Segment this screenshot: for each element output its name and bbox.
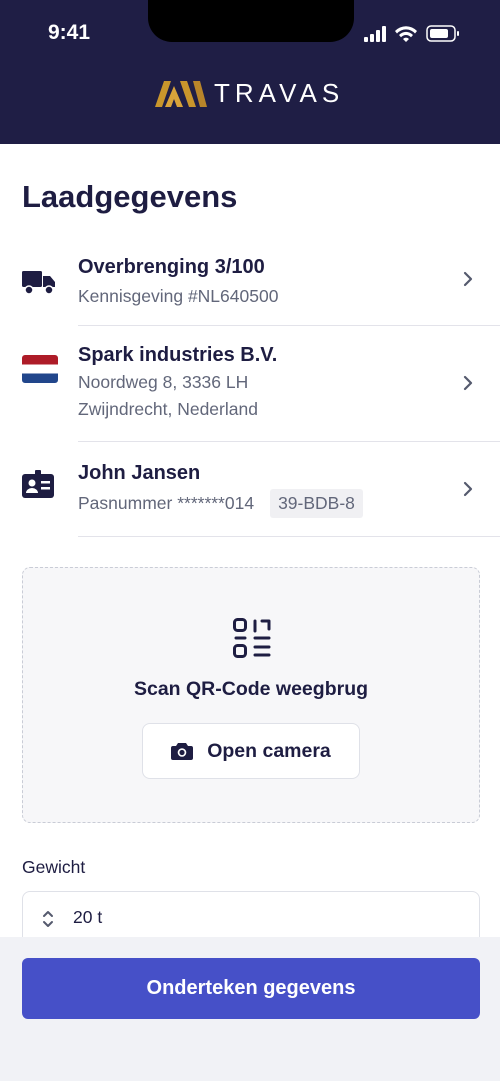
sign-data-button[interactable]: Onderteken gegevens bbox=[22, 958, 480, 1019]
logo-text: TRAVAS bbox=[214, 78, 345, 108]
truck-icon bbox=[22, 269, 56, 300]
page-title: Laadgegevens bbox=[22, 179, 238, 214]
travas-logo: TRAVAS bbox=[155, 78, 344, 109]
id-card-icon bbox=[22, 470, 54, 505]
camera-icon bbox=[171, 743, 194, 760]
logo-mark-icon bbox=[155, 80, 207, 107]
transfer-title: Overbrenging 3/100 bbox=[78, 256, 265, 278]
company-address-line1: Noordweg 8, 3336 LH bbox=[78, 372, 249, 392]
list-item-company[interactable]: Spark industries B.V. Noordweg 8, 3336 L… bbox=[0, 326, 500, 441]
driver-name: John Jansen bbox=[78, 462, 201, 484]
chevron-right-icon bbox=[462, 271, 474, 292]
qr-scan-panel: Scan QR-Code weegbrug Open camera bbox=[22, 567, 480, 823]
wifi-icon bbox=[395, 26, 417, 42]
qr-code-icon bbox=[233, 618, 271, 663]
status-time: 9:41 bbox=[48, 21, 91, 44]
weight-value: 20 t bbox=[73, 907, 103, 927]
list-item-transfer[interactable]: Overbrenging 3/100 Kennisgeving #NL64050… bbox=[0, 250, 500, 325]
list-divider bbox=[78, 536, 500, 537]
pass-number: Pasnummer *******014 bbox=[78, 493, 255, 513]
list-item-driver[interactable]: John Jansen Pasnummer *******014 39-BDB-8 bbox=[0, 442, 500, 536]
stepper-icon[interactable] bbox=[41, 908, 55, 935]
company-name: Spark industries B.V. bbox=[78, 344, 278, 366]
signal-icon bbox=[364, 26, 386, 42]
open-camera-label: Open camera bbox=[207, 739, 331, 762]
status-icons bbox=[364, 24, 464, 49]
scan-qr-label: Scan QR-Code weegbrug bbox=[133, 678, 369, 700]
company-address-line2: Zwijndrecht, Nederland bbox=[78, 399, 258, 419]
battery-icon bbox=[426, 25, 459, 42]
chevron-right-icon bbox=[462, 481, 474, 502]
open-camera-button[interactable]: Open camera bbox=[142, 723, 360, 779]
license-plate: 39-BDB-8 bbox=[270, 489, 363, 518]
app-header: 9:41 TRAVAS bbox=[0, 0, 500, 144]
device-notch bbox=[148, 0, 354, 42]
chevron-right-icon bbox=[462, 375, 474, 396]
netherlands-flag-icon bbox=[22, 355, 58, 388]
transfer-notification: Kennisgeving #NL640500 bbox=[78, 286, 279, 306]
weight-label: Gewicht bbox=[22, 857, 86, 877]
